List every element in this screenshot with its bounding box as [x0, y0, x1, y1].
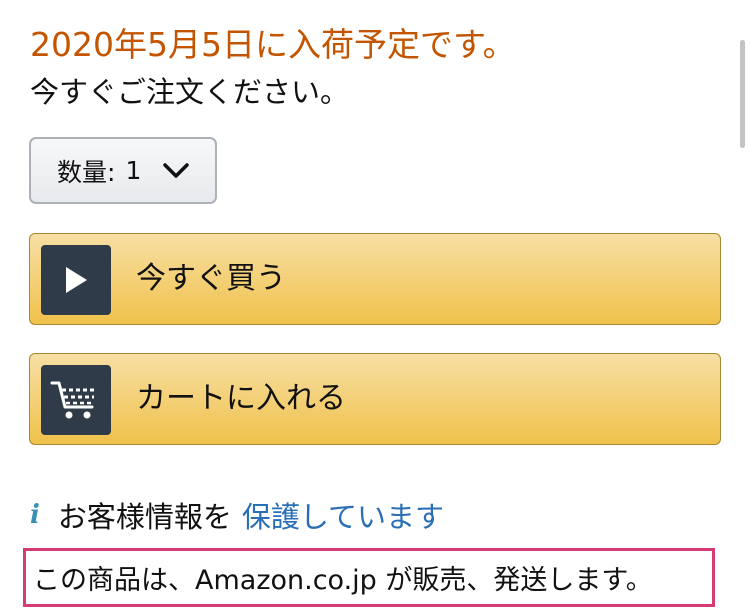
chevron-down-icon [163, 163, 189, 178]
security-notice: i お客様情報を 保護しています [30, 495, 444, 535]
security-text: お客様情報を [57, 500, 232, 534]
play-icon [41, 245, 111, 315]
quantity-value: 1 [125, 156, 142, 185]
buy-now-label: 今すぐ買う [136, 261, 286, 296]
availability-date: 2020年5月5日に入荷予定です。 [30, 25, 516, 64]
buy-now-button[interactable]: 今すぐ買う [29, 233, 721, 325]
add-to-cart-button[interactable]: カートに入れる [29, 353, 721, 445]
scrollbar[interactable] [740, 40, 745, 148]
add-to-cart-label: カートに入れる [136, 381, 346, 416]
info-icon: i [30, 500, 40, 530]
seller-info: この商品は、Amazon.co.jp が販売、発送します。 [23, 548, 715, 607]
protection-link[interactable]: 保護しています [242, 494, 444, 536]
cart-icon [41, 365, 111, 435]
quantity-select[interactable]: 数量: 1 [29, 137, 217, 204]
order-prompt: 今すぐご注文ください。 [30, 75, 350, 109]
quantity-label: 数量: [57, 157, 116, 187]
seller-text: この商品は、Amazon.co.jp が販売、発送します。 [33, 565, 653, 596]
